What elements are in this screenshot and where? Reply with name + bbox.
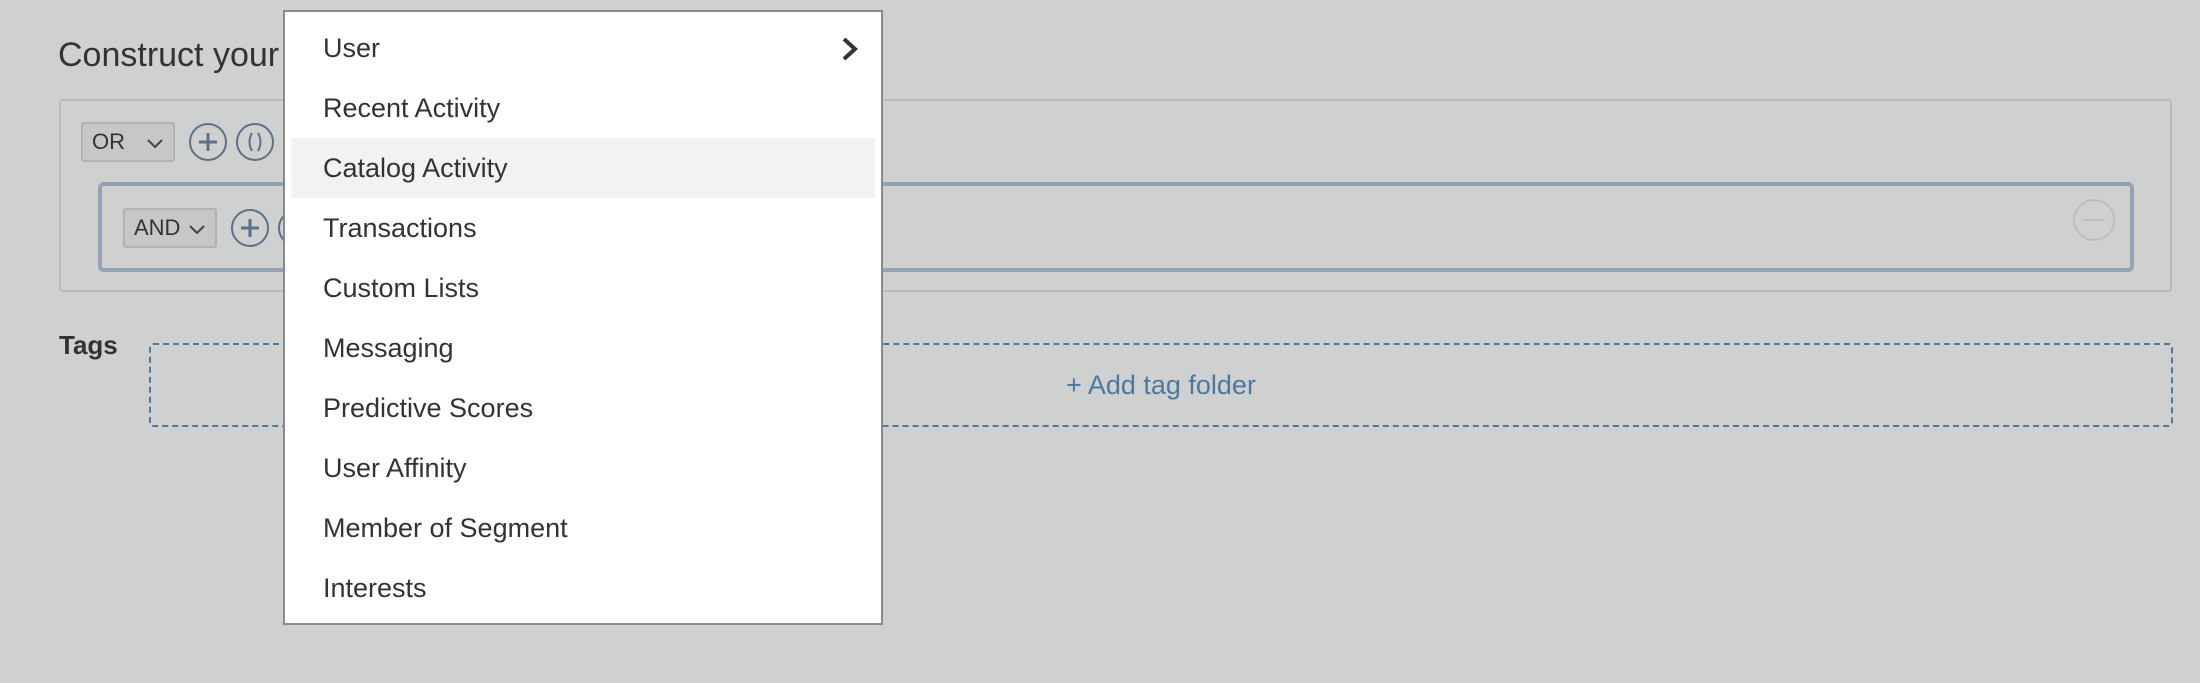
menu-item-label: Predictive Scores: [323, 392, 534, 423]
menu-item-label: Transactions: [323, 212, 477, 243]
inner-operator-value: AND: [134, 215, 181, 240]
menu-item-messaging[interactable]: Messaging: [291, 318, 875, 378]
menu-item-transactions[interactable]: Transactions: [291, 198, 875, 258]
inner-operator-select[interactable]: AND: [123, 208, 217, 248]
menu-item-predictive-scores[interactable]: Predictive Scores: [291, 378, 875, 438]
menu-item-user[interactable]: User: [291, 18, 875, 78]
outer-operator-select[interactable]: OR: [81, 122, 175, 162]
chevron-right-icon: [842, 37, 858, 61]
add-tag-folder-label: + Add tag folder: [1066, 369, 1256, 400]
menu-list: User Recent Activity Catalog Activity Tr…: [291, 18, 875, 618]
menu-item-label: User Affinity: [323, 452, 467, 483]
outer-add-filter-button[interactable]: [189, 123, 227, 161]
menu-item-label: Member of Segment: [323, 512, 568, 543]
parentheses-icon: [248, 132, 262, 152]
menu-item-recent-activity[interactable]: Recent Activity: [291, 78, 875, 138]
menu-item-member-of-segment[interactable]: Member of Segment: [291, 498, 875, 558]
menu-item-interests[interactable]: Interests: [291, 558, 875, 618]
chevron-down-icon: [147, 139, 163, 149]
menu-item-catalog-activity[interactable]: Catalog Activity: [291, 138, 875, 198]
chevron-down-icon: [189, 225, 205, 235]
menu-item-label: Interests: [323, 572, 427, 603]
menu-item-custom-lists[interactable]: Custom Lists: [291, 258, 875, 318]
outer-operator-value: OR: [92, 129, 125, 154]
menu-item-label: Recent Activity: [323, 92, 501, 123]
menu-item-label: Messaging: [323, 332, 454, 363]
outer-add-group-button[interactable]: [236, 123, 274, 161]
menu-item-label: User: [323, 32, 381, 63]
filter-category-menu: User Recent Activity Catalog Activity Tr…: [283, 10, 883, 625]
plus-icon: [199, 133, 217, 151]
tags-label: Tags: [59, 330, 118, 360]
inner-add-filter-button[interactable]: [231, 209, 269, 247]
menu-item-label: Custom Lists: [323, 272, 480, 303]
remove-group-button[interactable]: [2073, 199, 2115, 241]
menu-item-user-affinity[interactable]: User Affinity: [291, 438, 875, 498]
menu-item-label: Catalog Activity: [323, 152, 508, 183]
plus-icon: [241, 219, 259, 237]
page-title: Construct your: [58, 36, 280, 74]
